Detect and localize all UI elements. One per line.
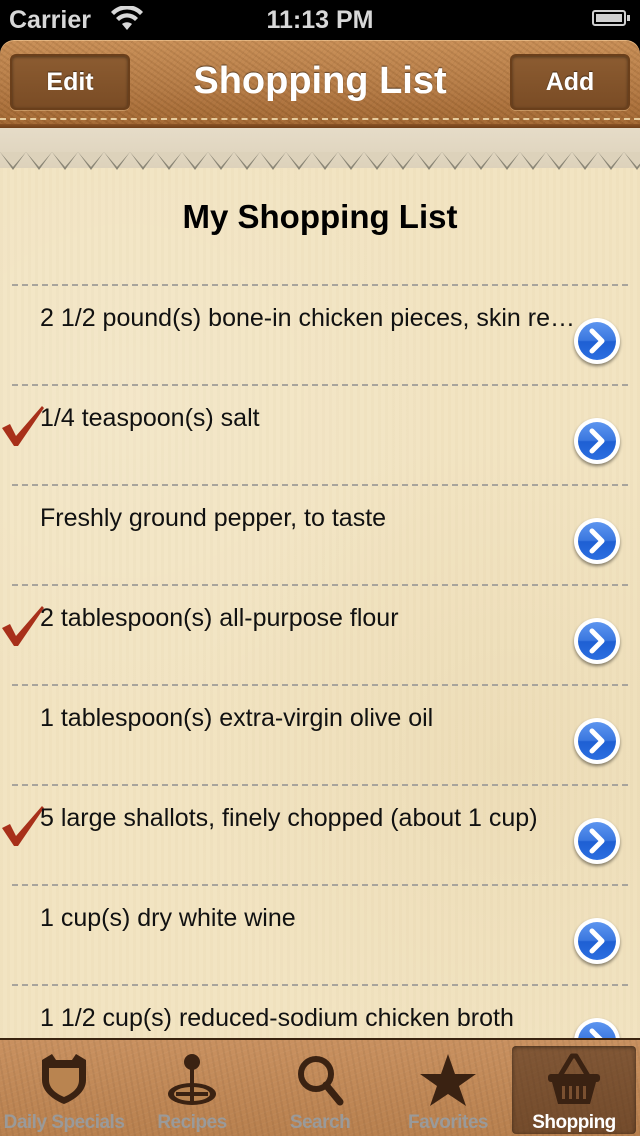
list-item[interactable]: 1 cup(s) dry white wine	[12, 884, 628, 984]
list-item[interactable]: 2 tablespoon(s) all-purpose flour	[2, 584, 628, 684]
tab-bar: Daily Specials Recipes Search Favorites	[0, 1038, 640, 1136]
tab-daily-specials[interactable]: Daily Specials	[0, 1040, 128, 1136]
basket-icon	[548, 1053, 600, 1104]
chevron-right-icon	[589, 528, 605, 554]
tab-label: Daily Specials	[3, 1112, 125, 1133]
tab-label: Favorites	[408, 1112, 488, 1133]
battery-icon	[592, 10, 630, 26]
shopping-list: 2 1/2 pound(s) bone-in chicken pieces, s…	[0, 284, 640, 1038]
tab-recipes[interactable]: Recipes	[128, 1040, 256, 1136]
chevron-right-icon	[589, 1028, 603, 1038]
chevron-right-icon	[589, 628, 605, 654]
item-text: 2 1/2 pound(s) bone-in chicken pieces, s…	[40, 304, 580, 332]
detail-disclosure-button[interactable]	[574, 1018, 620, 1038]
detail-disclosure-button[interactable]	[574, 818, 620, 864]
star-icon	[420, 1054, 476, 1106]
detail-disclosure-button[interactable]	[574, 318, 620, 364]
status-bar: Carrier 11:13 PM	[0, 0, 640, 40]
shield-icon	[42, 1054, 86, 1104]
tab-label: Shopping	[532, 1112, 616, 1133]
tab-label: Search	[289, 1112, 351, 1133]
add-button[interactable]: Add	[510, 54, 630, 110]
detail-disclosure-button[interactable]	[574, 618, 620, 664]
list-item[interactable]: 1/4 teaspoon(s) salt	[2, 384, 628, 484]
list-item[interactable]: 2 1/2 pound(s) bone-in chicken pieces, s…	[12, 284, 628, 384]
item-text: 1 cup(s) dry white wine	[40, 904, 296, 932]
detail-disclosure-button[interactable]	[574, 518, 620, 564]
tab-search[interactable]: Search	[256, 1040, 384, 1136]
clock: 11:13 PM	[266, 6, 374, 34]
list-title: My Shopping List	[182, 198, 458, 235]
search-icon	[298, 1056, 344, 1106]
item-text: 1/4 teaspoon(s) salt	[40, 404, 260, 432]
page-title: Shopping List	[193, 60, 447, 102]
chevron-right-icon	[589, 728, 605, 754]
tab-favorites[interactable]: Favorites	[384, 1040, 512, 1136]
item-text: 5 large shallots, finely chopped (about …	[40, 804, 538, 832]
detail-disclosure-button[interactable]	[574, 418, 620, 464]
chevron-right-icon	[589, 928, 605, 954]
item-text: 1 tablespoon(s) extra-virgin olive oil	[40, 704, 434, 732]
list-item[interactable]: Freshly ground pepper, to taste	[12, 484, 628, 584]
chevron-right-icon	[589, 828, 605, 854]
joystick-icon	[168, 1054, 216, 1105]
chevron-right-icon	[589, 328, 605, 354]
list-item[interactable]: 1 1/2 cup(s) reduced-sodium chicken brot…	[12, 984, 628, 1038]
tab-shopping[interactable]: Shopping	[512, 1046, 636, 1134]
detail-disclosure-button[interactable]	[574, 718, 620, 764]
item-text: 1 1/2 cup(s) reduced-sodium chicken brot…	[40, 1004, 514, 1032]
chevron-right-icon	[589, 428, 605, 454]
zigzag-edge	[0, 152, 640, 174]
tab-label: Recipes	[157, 1112, 227, 1133]
stitching-divider	[0, 118, 640, 120]
edit-button[interactable]: Edit	[10, 54, 130, 110]
shopping-list-content[interactable]: My Shopping List 2 1/2 pound(s) bone-in …	[0, 128, 640, 1038]
detail-disclosure-button[interactable]	[574, 918, 620, 964]
list-item[interactable]: 5 large shallots, finely chopped (about …	[2, 784, 628, 884]
item-text: Freshly ground pepper, to taste	[40, 504, 387, 532]
list-item[interactable]: 1 tablespoon(s) extra-virgin olive oil	[12, 684, 628, 784]
navigation-bar: Edit Shopping List Add	[0, 40, 640, 128]
item-text: 2 tablespoon(s) all-purpose flour	[40, 604, 399, 632]
